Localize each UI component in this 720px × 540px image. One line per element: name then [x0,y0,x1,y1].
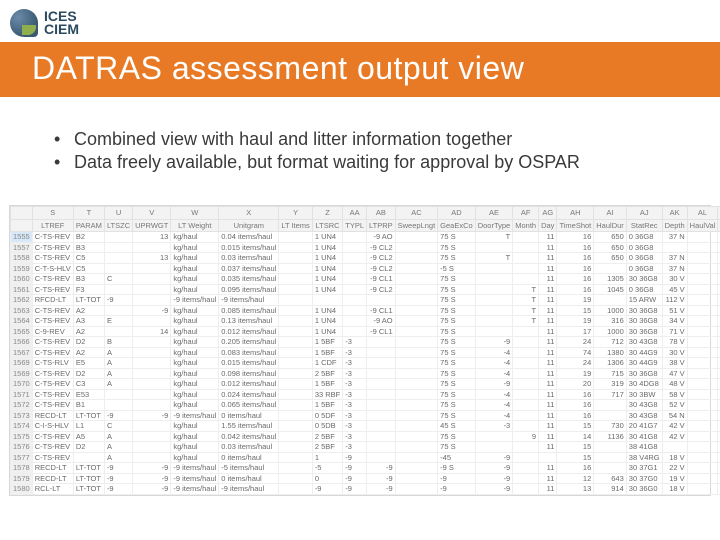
data-rows: 1555C-TS-REVB213kg/haul0.04 items/haul1 … [11,232,720,495]
bullet-1: Combined view with haul and litter infor… [74,129,676,150]
logo-text: ICES CIEM [44,10,79,35]
bullet-2: Data freely available, but format waitin… [74,152,676,173]
logo-line2: CIEM [44,23,79,36]
logo-bar: ICES CIEM [0,0,720,42]
header-row: LTREFPARAMLTSZCUPRWGTLT WeightUnitgramLT… [11,219,720,232]
bullet-list: Combined view with haul and litter infor… [0,115,720,187]
ices-logo-icon [10,9,38,37]
column-letters-row: STUVWXYZAAABACADAEAFAGAHAIAJAKALAMANAO [11,207,720,220]
spreadsheet-snapshot: STUVWXYZAAABACADAEAFAGAHAIAJAKALAMANAO L… [9,205,711,496]
slide-title: DATRAS assessment output view [0,42,720,97]
